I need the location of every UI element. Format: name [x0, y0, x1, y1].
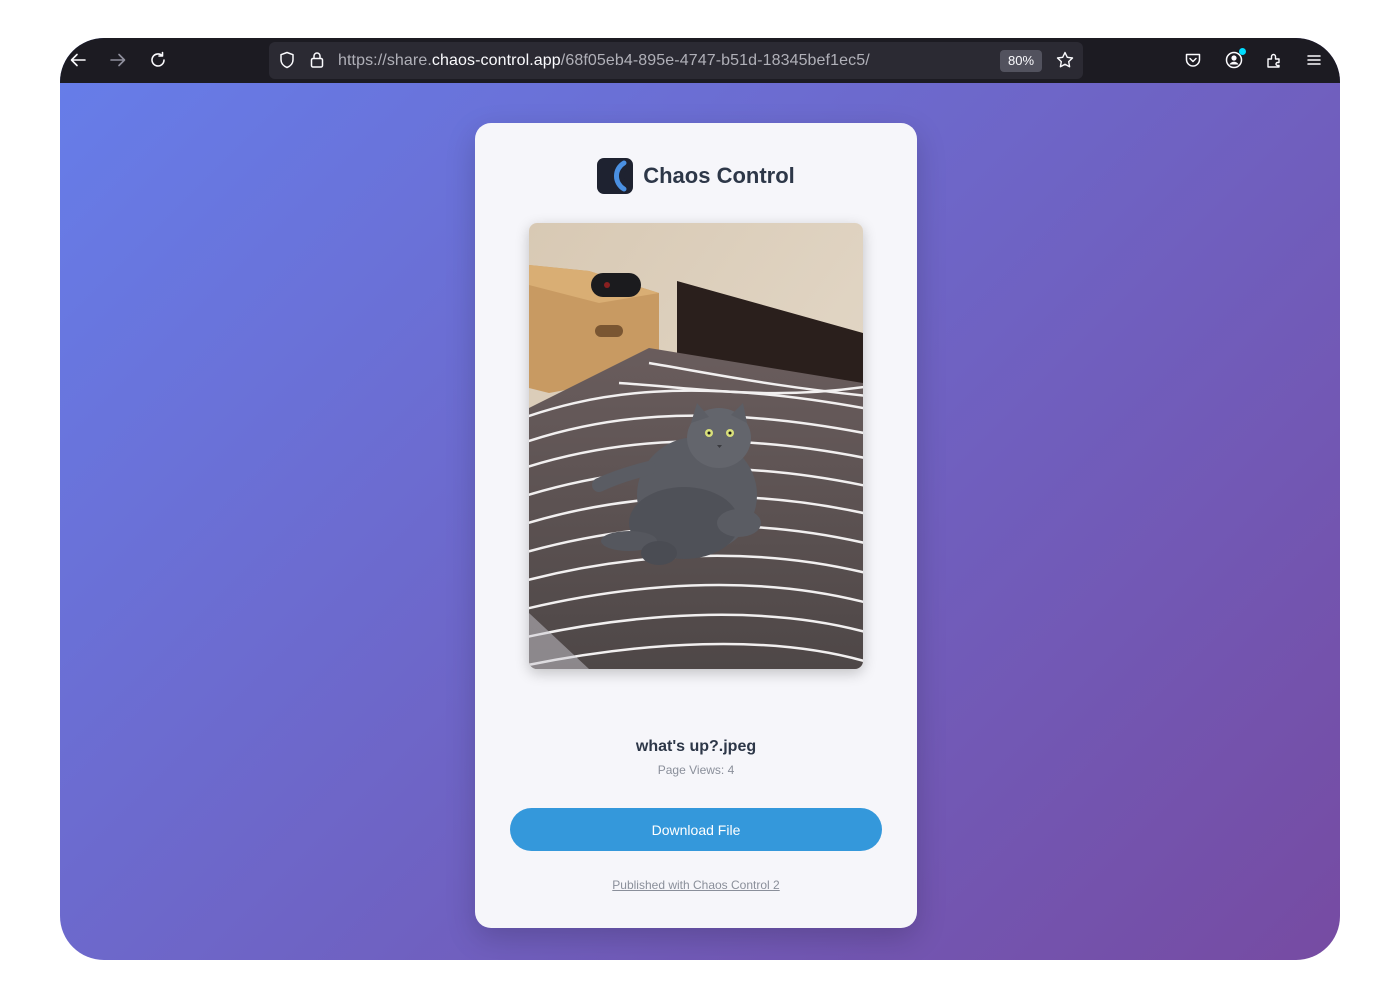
browser-window: https://share.chaos-control.app/68f05eb4… [60, 38, 1340, 960]
zoom-level-badge[interactable]: 80% [1000, 50, 1042, 72]
star-icon[interactable] [1053, 48, 1077, 72]
file-name: what's up?.jpeg [635, 738, 757, 755]
url-path: /68f05eb4-895e-4747-b51d-18345bef1ec5/ [560, 52, 870, 69]
reload-icon[interactable] [146, 48, 170, 72]
hamburger-menu-icon[interactable] [1302, 48, 1326, 72]
url-prefix: https://share. [338, 52, 432, 69]
page-views-count: Page Views: 4 [657, 763, 735, 777]
chaos-control-logo-icon [597, 158, 634, 194]
notification-dot [1239, 48, 1246, 55]
shared-image [529, 223, 863, 669]
url-text[interactable]: https://share.chaos-control.app/68f05eb4… [338, 42, 870, 79]
lock-icon[interactable] [305, 48, 329, 72]
account-icon[interactable] [1222, 48, 1246, 72]
download-file-button[interactable]: Download File [510, 808, 882, 851]
forward-arrow-icon[interactable] [106, 48, 130, 72]
share-card: Chaos Control what's up?.jpeg Page Views… [475, 123, 917, 928]
url-host: chaos-control.app [431, 52, 561, 69]
url-bar[interactable]: https://share.chaos-control.app/68f05eb4… [269, 42, 1083, 79]
extensions-icon[interactable] [1262, 48, 1286, 72]
published-with-link[interactable]: Published with Chaos Control 2 [475, 878, 917, 892]
browser-toolbar: https://share.chaos-control.app/68f05eb4… [60, 38, 1340, 83]
shield-icon[interactable] [275, 48, 299, 72]
brand-name: Chaos Control [643, 163, 795, 188]
brand-header: Chaos Control [475, 157, 917, 195]
pocket-icon[interactable] [1181, 48, 1205, 72]
back-arrow-icon[interactable] [66, 48, 90, 72]
